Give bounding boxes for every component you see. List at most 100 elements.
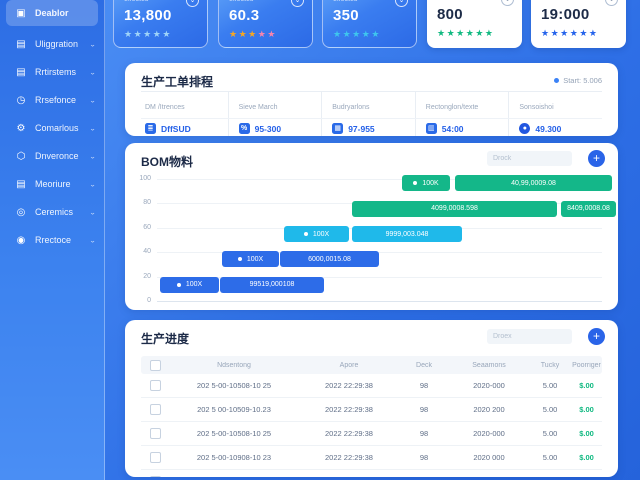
progress-column-header: Poorriger [572, 361, 601, 369]
table-cell: 2020-000 [473, 381, 505, 390]
row-checkbox[interactable] [149, 380, 161, 391]
y-axis-tick-label: 40 [143, 248, 151, 256]
sidebar-item-rrectoce[interactable]: ◉ Rrectoce ⌄ [0, 226, 104, 254]
bar-dot-icon [176, 282, 181, 287]
sidebar-item-comarlous[interactable]: ⚙ Comarlous ⌄ [0, 114, 104, 142]
row-checkbox[interactable] [149, 404, 161, 415]
star-icon: ★ [143, 29, 153, 39]
table-cell: $.00 [579, 453, 594, 462]
bar-dot-icon [237, 257, 242, 261]
sidebar-item-dnveronce[interactable]: ⬡ Dnveronce ⌄ [0, 142, 104, 170]
column-header-label: DM /Itrences [145, 104, 185, 111]
gantt-bar-label: 100X [312, 230, 330, 238]
progress-column-header: Tucky [540, 361, 560, 369]
progress-column-header: Deck [416, 361, 432, 369]
document-icon: ≣ [145, 123, 156, 134]
schedule-column-value: ▦ 97-955 [321, 119, 415, 136]
chevron-down-icon: ⌄ [89, 124, 96, 132]
stat-card-label: effectes [541, 0, 565, 2]
table-row: 202 5 00-10509-10.23 2022 22:29:38 98 2020 … [141, 398, 602, 422]
bom-gantt-chart: 100 80 60 40 20 0 100K 40,99,0009.08 4099,0008.5… [125, 173, 618, 310]
sidebar-item-label: Rrectoce [35, 235, 72, 245]
star-icon: ★ [257, 29, 268, 39]
star-icon: ★ [569, 28, 580, 38]
progress-header-row: Ndsentong Apore Deck Seaamons Tucky Poorriger [141, 356, 602, 374]
bom-add-button[interactable]: + [588, 150, 605, 167]
schedule-column-header: DM /Itrences [141, 92, 228, 118]
sidebar-item-deablor[interactable]: ▣ Deablor [6, 0, 98, 26]
select-all-checkbox[interactable] [149, 359, 161, 371]
table-cell: $.00 [579, 405, 594, 414]
schedule-column-header: Rectonglon/texte [414, 92, 509, 118]
panel-title-progress: 生产进度 [141, 332, 190, 346]
percent-icon: % [238, 123, 250, 134]
chevron-circle-icon[interactable]: ⌄ [501, 0, 514, 6]
row-checkbox[interactable] [149, 428, 161, 439]
schedule-value: ● 49.300 [519, 123, 602, 134]
progress-search-input[interactable] [487, 329, 572, 344]
sidebar-menu: ▣ Deablor ▤ Uliggration ⌄ ▤ Rrtirstems ⌄ ◷ Rrsefo… [0, 0, 104, 254]
gantt-bar: 100K [402, 175, 450, 191]
schedule-column-value: ▥ 54:00 [414, 119, 509, 136]
table-row: 202 5-00-10508-10 25 2022 22:29:38 98 2020-… [141, 422, 602, 446]
y-axis-tick-label: 100 [139, 175, 151, 182]
row-checkbox[interactable] [149, 452, 161, 463]
table-cell: 98 [419, 429, 429, 438]
sidebar-item-meoriure[interactable]: ▤ Meoriure ⌄ [0, 170, 104, 198]
star-icon: ★ [371, 29, 381, 39]
panel-bom-materials: BOM物料 + 100 80 60 40 20 0 100K 40,99,0009.08 409… [125, 143, 618, 310]
sidebar-item-uliggration[interactable]: ▤ Uliggration ⌄ [0, 30, 104, 58]
star-icon: ★ [238, 29, 249, 39]
star-icon: ★ [541, 28, 551, 38]
chevron-circle-icon[interactable]: ⌄ [291, 0, 304, 7]
chevron-circle-icon[interactable]: ⌄ [186, 0, 199, 7]
gantt-bar-label: 9999,003.048 [385, 230, 429, 238]
table-cell: 202 5-00-10908-10 23 [196, 453, 272, 462]
row-checkbox[interactable] [149, 476, 161, 477]
table-cell: 2022 22:29:38 [325, 405, 373, 414]
sidebar-item-label: Rrsefonce [35, 95, 77, 105]
list-square-icon: ▤ [16, 66, 26, 78]
stat-card-value: 350 [333, 7, 359, 24]
sidebar-item-rrtirstems[interactable]: ▤ Rrtirstems ⌄ [0, 58, 104, 86]
stat-card: effectes⌄13,800★★★★★ [113, 0, 208, 48]
table-cell: 5.00 [542, 381, 558, 390]
sidebar-item-rrsefonce[interactable]: ◷ Rrsefonce ⌄ [0, 86, 104, 114]
sidebar-item-ceremics[interactable]: ◎ Ceremics ⌄ [0, 198, 104, 226]
table-cell: 5.00 [542, 453, 558, 462]
schedule-value-text: 95-300 [254, 123, 282, 134]
progress-add-button[interactable]: + [588, 328, 605, 345]
schedule-column-header: Sieve March [227, 92, 322, 118]
row-checkbox-cell [141, 476, 169, 477]
star-rating: ★★★★★ [333, 29, 381, 40]
gantt-bar-label: 40,99,0009.08 [511, 179, 556, 187]
row-checkbox-cell [141, 380, 169, 391]
bom-search-input[interactable] [487, 151, 572, 166]
target-icon: ● [519, 123, 531, 134]
star-icon: ★ [579, 28, 589, 38]
star-icon: ★ [352, 29, 362, 39]
panel-title-schedule: 生产工单排程 [141, 75, 214, 89]
gantt-bar: 9999,003.048 [352, 226, 462, 242]
row-checkbox-cell [141, 404, 169, 415]
progress-column-header: Apore [339, 361, 359, 369]
table-cell: $.00 [579, 381, 594, 390]
y-axis-tick-label: 0 [147, 297, 151, 304]
column-header-label: Budryarlons [332, 104, 370, 111]
sidebar-item-label: Dnveronce [35, 151, 79, 161]
gantt-bar-label: 100K [422, 179, 439, 187]
panel-work-order-schedule: 生产工单排程 Start: 5.006 DM /Itrences Sieve Ma… [125, 63, 618, 136]
column-header-label: Sonsoishoi [519, 104, 554, 111]
gantt-bar-label: 8409,0008.08 [567, 205, 610, 212]
chevron-circle-icon[interactable]: ⌄ [395, 0, 408, 7]
gantt-bar: 40,99,0009.08 [455, 175, 612, 191]
panel-production-progress: 生产进度 + Ndsentong Apore Deck Seaamons Tucky Po… [125, 320, 618, 477]
table-row: 203 5-00-10508-10 232022 22:23:38982020-… [141, 470, 602, 477]
chevron-circle-icon[interactable]: ⌄ [605, 0, 618, 6]
star-icon: ★ [152, 29, 163, 39]
progress-column-header: Seaamons [472, 361, 506, 369]
schedule-column-header: Sonsoishoi [508, 92, 602, 118]
star-icon: ★ [229, 29, 239, 39]
table-cell: 2020 200 [473, 405, 505, 414]
schedule-header-row: DM /Itrences Sieve March Budryarlons Recton… [141, 92, 602, 119]
